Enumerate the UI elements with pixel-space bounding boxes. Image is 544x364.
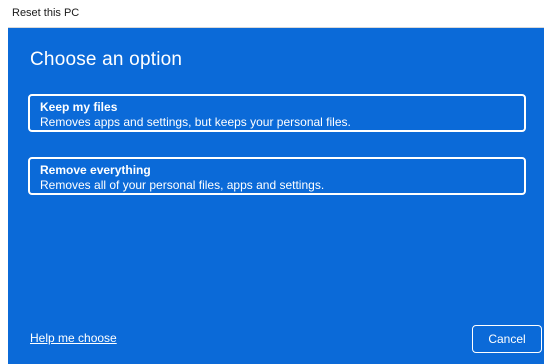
background-edge	[0, 0, 8, 364]
option-title: Keep my files	[40, 100, 118, 114]
dialog-content: Choose an option Keep my files Removes a…	[8, 28, 544, 364]
reset-pc-dialog: Reset this PC Choose an option Keep my f…	[8, 0, 544, 364]
remove-everything-option[interactable]: Remove everything Removes all of your pe…	[28, 157, 526, 195]
help-me-choose-link[interactable]: Help me choose	[30, 331, 117, 345]
option-description: Removes apps and settings, but keeps you…	[40, 115, 351, 129]
keep-my-files-option[interactable]: Keep my files Removes apps and settings,…	[28, 94, 526, 132]
window-title: Reset this PC	[12, 7, 80, 19]
page-title: Choose an option	[30, 49, 183, 70]
option-description: Removes all of your personal files, apps…	[40, 178, 325, 192]
option-title: Remove everything	[40, 163, 151, 177]
cancel-button[interactable]: Cancel	[472, 325, 542, 353]
title-bar: Reset this PC	[8, 0, 544, 28]
